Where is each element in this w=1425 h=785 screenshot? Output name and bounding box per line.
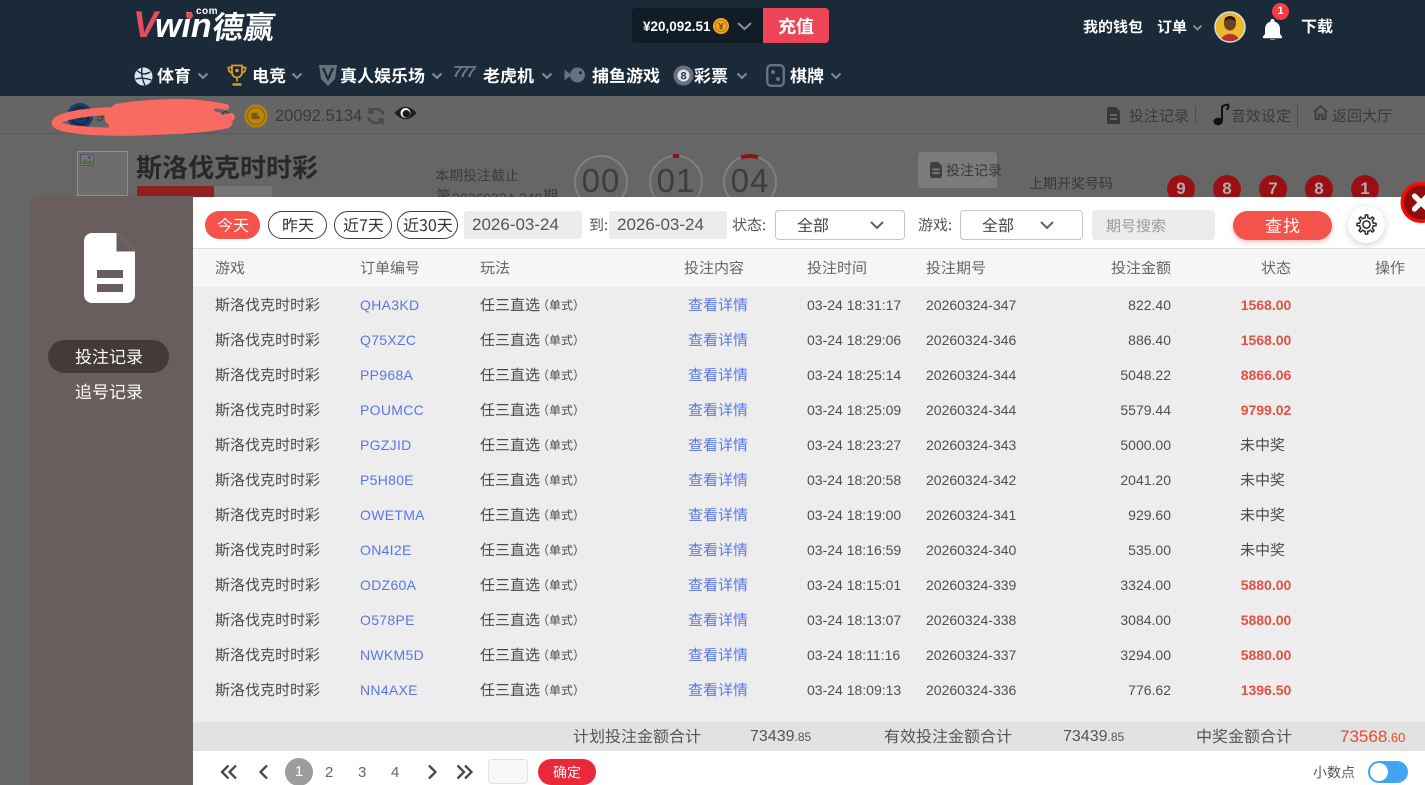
svg-text:¥: ¥ (718, 22, 724, 33)
svg-text:8: 8 (680, 71, 686, 83)
